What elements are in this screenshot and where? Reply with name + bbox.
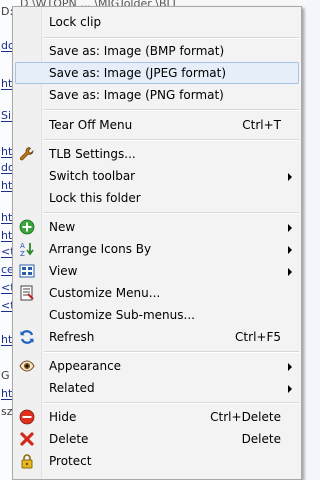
x-icon (20, 432, 34, 446)
menu-item-label: Protect (49, 454, 92, 468)
menu-item-save-jpeg[interactable]: Save as: Image (JPEG format) (13, 62, 301, 84)
menu-item-label: Save as: Image (BMP format) (49, 44, 225, 58)
menu-item-label: Appearance (49, 359, 122, 373)
menu-item-tear-off[interactable]: Tear Off Menu Ctrl+T (13, 114, 301, 136)
menu-item-label: Customize Sub-menus... (49, 308, 195, 322)
stop-icon (19, 409, 35, 425)
submenu-arrow-icon (288, 363, 292, 371)
submenu-arrow-icon (288, 385, 292, 393)
menu-item-label: Lock clip (49, 15, 102, 29)
menu-separator (44, 402, 299, 404)
menu-separator (44, 139, 299, 141)
menu-separator (44, 109, 299, 111)
menu-separator (44, 37, 299, 39)
menu-item-tlb-settings[interactable]: TLB Settings... (13, 143, 301, 165)
add-circle-icon (19, 219, 35, 235)
shortcut-label: Ctrl+F5 (235, 330, 281, 344)
lock-icon (21, 454, 33, 469)
menu-item-label: New (49, 220, 76, 234)
menu-item-lock-folder[interactable]: Lock this folder (13, 187, 301, 209)
menu-item-customize-submenus[interactable]: Customize Sub-menus... (13, 304, 301, 326)
menu-item-label: Customize Menu... (49, 286, 161, 300)
submenu-arrow-icon (288, 246, 292, 254)
shortcut-label: Delete (241, 432, 281, 446)
menu-item-label: Related (49, 381, 95, 395)
shortcut-label: Ctrl+Delete (210, 410, 281, 424)
menu-item-lock-clip[interactable]: Lock clip (13, 11, 301, 33)
context-menu: Lock clip Save as: Image (BMP format) Sa… (12, 6, 302, 480)
menu-item-label: Save as: Image (PNG format) (49, 88, 224, 102)
menu-item-switch-toolbar[interactable]: Switch toolbar (13, 165, 301, 187)
refresh-icon (20, 330, 34, 344)
menu-separator (44, 212, 299, 214)
eye-icon (19, 360, 35, 372)
menu-item-label: Save as: Image (JPEG format) (49, 66, 226, 80)
menu-item-label: Arrange Icons By (49, 242, 152, 256)
submenu-arrow-icon (288, 268, 292, 276)
menu-item-new[interactable]: New (13, 216, 301, 238)
menu-item-related[interactable]: Related (13, 377, 301, 399)
menu-item-label: TLB Settings... (49, 147, 136, 161)
menu-item-label: View (49, 264, 78, 278)
menu-separator (44, 351, 299, 353)
menu-item-label: Switch toolbar (49, 169, 136, 183)
menu-item-refresh[interactable]: Refresh Ctrl+F5 (13, 326, 301, 348)
wrench-icon (20, 147, 34, 161)
menu-item-hide[interactable]: Hide Ctrl+Delete (13, 406, 301, 428)
menu-item-label: Hide (49, 410, 77, 424)
menu-item-label: Lock this folder (49, 191, 141, 205)
svg-text:A: A (20, 242, 25, 250)
menu-item-save-png[interactable]: Save as: Image (PNG format) (13, 84, 301, 106)
menu-item-view[interactable]: View (13, 260, 301, 282)
menu-item-appearance[interactable]: Appearance (13, 355, 301, 377)
menu-item-arrange-icons[interactable]: A Z Arrange Icons By (13, 238, 301, 260)
sort-icon: A Z (20, 242, 34, 257)
menu-item-customize-menu[interactable]: Customize Menu... (13, 282, 301, 304)
shortcut-label: Ctrl+T (242, 118, 281, 132)
customize-icon (20, 285, 34, 301)
menu-item-protect[interactable]: Protect (13, 450, 301, 472)
menu-item-label: Tear Off Menu (49, 118, 133, 132)
menu-item-delete[interactable]: Delete Delete (13, 428, 301, 450)
submenu-arrow-icon (288, 224, 292, 232)
menu-item-label: Delete (49, 432, 89, 446)
view-grid-icon (19, 264, 35, 278)
svg-text:Z: Z (20, 250, 25, 257)
menu-item-save-bmp[interactable]: Save as: Image (BMP format) (13, 40, 301, 62)
submenu-arrow-icon (288, 173, 292, 181)
menu-item-label: Refresh (49, 330, 95, 344)
